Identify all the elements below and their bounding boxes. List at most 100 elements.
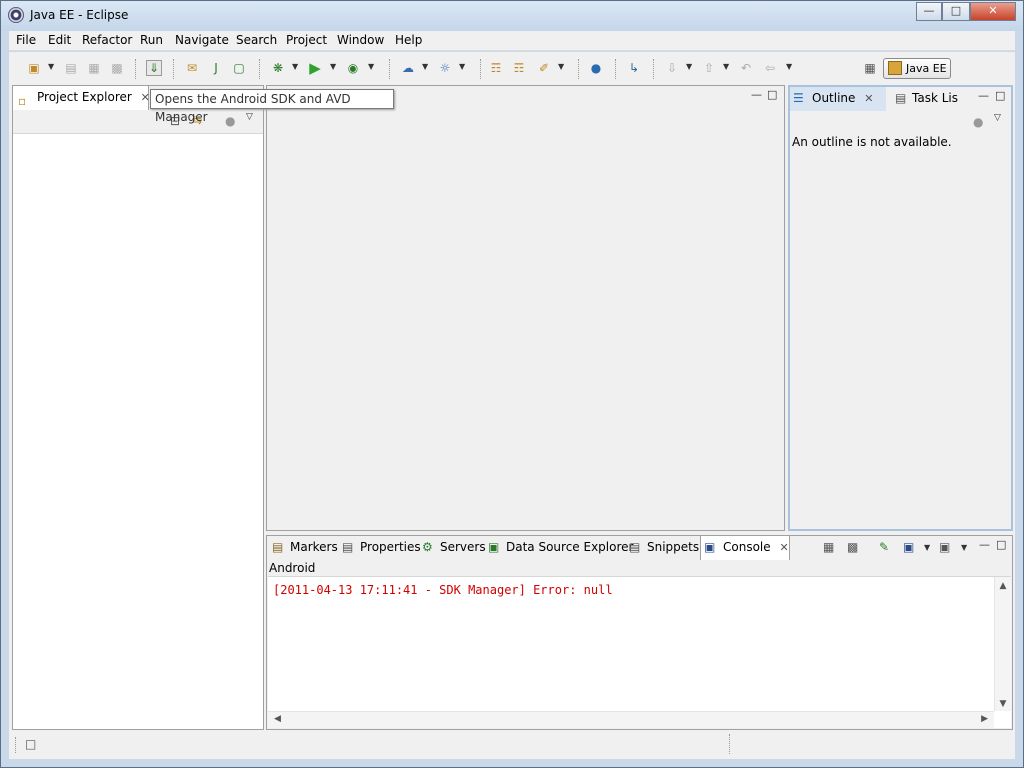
tab-project-explorer[interactable]: ▫ Project Explorer ✕ bbox=[13, 86, 150, 110]
external-tools-icon[interactable]: ◉ bbox=[345, 60, 361, 76]
scroll-lock-icon[interactable]: ▩ bbox=[847, 540, 858, 554]
tab-markers[interactable]: ▤ Markers bbox=[270, 536, 340, 560]
android-sdk-manager-icon[interactable]: ⇓ bbox=[146, 60, 162, 76]
new-web-service-icon[interactable]: ☼ bbox=[437, 60, 453, 76]
tab-properties[interactable]: ▤ Properties bbox=[340, 536, 421, 560]
close-tab-icon[interactable]: ✕ bbox=[141, 91, 150, 104]
back-dropdown-icon[interactable]: ▼ bbox=[786, 62, 792, 71]
open-console-dropdown-icon[interactable]: ▼ bbox=[961, 543, 967, 552]
next-annotation-icon[interactable]: ⇩ bbox=[664, 60, 680, 76]
back-arrow-icon[interactable]: ⇦ bbox=[762, 60, 778, 76]
pin-console-icon[interactable]: ✎ bbox=[879, 540, 889, 554]
tab-servers[interactable]: ⚙ Servers bbox=[420, 536, 486, 560]
web-service-dropdown-icon[interactable]: ▼ bbox=[459, 62, 465, 71]
tab-console[interactable]: ▣ Console ✕ bbox=[700, 536, 790, 560]
menu-file[interactable]: File bbox=[16, 33, 36, 47]
console-output[interactable]: [2011-04-13 17:11:41 - SDK Manager] Erro… bbox=[268, 576, 1011, 728]
run-icon[interactable]: ▶ bbox=[307, 60, 323, 76]
console-name: Android bbox=[269, 561, 316, 575]
scroll-down-icon[interactable]: ▼ bbox=[995, 699, 1011, 709]
previous-annotation-icon[interactable]: ⇧ bbox=[701, 60, 717, 76]
debug-icon[interactable]: ❋ bbox=[270, 60, 286, 76]
menu-refactor[interactable]: Refactor bbox=[82, 33, 132, 47]
maximize-view-icon[interactable]: □ bbox=[996, 538, 1006, 551]
outline-panel: ☰ Outline ✕ ▤ Task Lis — □ ● ▽ An outlin… bbox=[788, 85, 1013, 531]
title-bar[interactable]: Java EE - Eclipse — □ ✕ bbox=[1, 1, 1023, 31]
save-all-icon[interactable]: ▦ bbox=[86, 60, 102, 76]
menu-search[interactable]: Search bbox=[236, 33, 277, 47]
minimize-view-icon[interactable]: — bbox=[979, 538, 990, 551]
menu-navigate[interactable]: Navigate bbox=[175, 33, 229, 47]
view-filter-icon[interactable]: ● bbox=[225, 114, 235, 128]
tab-task-list[interactable]: ▤ Task Lis bbox=[892, 87, 964, 111]
view-filter-icon[interactable]: ● bbox=[973, 115, 983, 129]
view-menu-icon[interactable]: ▽ bbox=[246, 112, 253, 122]
close-tab-icon[interactable]: ✕ bbox=[779, 541, 788, 554]
java-ee-perspective-icon bbox=[888, 61, 902, 75]
new-junit-icon[interactable]: J bbox=[208, 60, 224, 76]
window-title: Java EE - Eclipse bbox=[30, 8, 129, 22]
scroll-left-icon[interactable]: ◀ bbox=[274, 714, 281, 724]
external-tools-dropdown-icon[interactable]: ▼ bbox=[368, 62, 374, 71]
close-button[interactable]: ✕ bbox=[970, 2, 1016, 21]
tab-data-source-explorer[interactable]: ▣ Data Source Explorer bbox=[486, 536, 633, 560]
toolbar-separator bbox=[259, 59, 260, 79]
markers-tab-label: Markers bbox=[290, 540, 338, 554]
last-edit-location-icon[interactable]: ↶ bbox=[738, 60, 754, 76]
new-android-test-icon[interactable]: ▢ bbox=[231, 60, 247, 76]
new-server-icon[interactable]: ☁ bbox=[400, 60, 416, 76]
fast-view-icon[interactable]: □ bbox=[25, 737, 36, 751]
menu-help[interactable]: Help bbox=[395, 33, 422, 47]
tab-outline[interactable]: ☰ Outline ✕ bbox=[790, 87, 886, 111]
open-perspective-icon[interactable]: ▦ bbox=[862, 60, 878, 76]
new-server-dropdown-icon[interactable]: ▼ bbox=[422, 62, 428, 71]
data-source-icon: ▣ bbox=[488, 540, 500, 554]
search-dropdown-icon[interactable]: ▼ bbox=[558, 62, 564, 71]
java-ee-perspective-button[interactable]: Java EE bbox=[883, 58, 951, 79]
next-annotation-dropdown-icon[interactable]: ▼ bbox=[686, 62, 692, 71]
new-icon[interactable]: ▣ bbox=[26, 60, 42, 76]
open-console-icon[interactable]: ▣ bbox=[939, 540, 950, 554]
minimize-view-icon[interactable]: — bbox=[978, 89, 989, 102]
console-panel: ▤ Markers ▤ Properties ⚙ Servers ▣ Data … bbox=[266, 535, 1013, 730]
servers-tab-label: Servers bbox=[440, 540, 486, 554]
menu-run[interactable]: Run bbox=[140, 33, 163, 47]
maximize-button[interactable]: □ bbox=[942, 2, 970, 21]
maximize-view-icon[interactable]: □ bbox=[767, 88, 777, 101]
menu-project[interactable]: Project bbox=[286, 33, 327, 47]
open-resource-icon[interactable]: ☶ bbox=[511, 60, 527, 76]
menu-edit[interactable]: Edit bbox=[48, 33, 71, 47]
debug-dropdown-icon[interactable]: ▼ bbox=[292, 62, 298, 71]
minimize-view-icon[interactable]: — bbox=[751, 88, 762, 101]
console-vertical-scrollbar[interactable]: ▲ ▼ bbox=[994, 577, 1011, 711]
previous-annotation-dropdown-icon[interactable]: ▼ bbox=[723, 62, 729, 71]
new-dropdown-icon[interactable]: ▼ bbox=[48, 62, 54, 71]
open-type-icon[interactable]: ☶ bbox=[488, 60, 504, 76]
search-icon[interactable]: ✐ bbox=[536, 60, 552, 76]
display-console-dropdown-icon[interactable]: ▼ bbox=[924, 543, 930, 552]
properties-tab-label: Properties bbox=[360, 540, 421, 554]
save-icon[interactable]: ▤ bbox=[63, 60, 79, 76]
perspective-label: Java EE bbox=[906, 62, 947, 75]
workbench-area: ▫ Project Explorer ✕ ⊟ ⇆ ● ▽ — □ ☰ Outli… bbox=[9, 85, 1015, 731]
run-dropdown-icon[interactable]: ▼ bbox=[330, 62, 336, 71]
menu-window[interactable]: Window bbox=[337, 33, 384, 47]
menu-bar: File Edit Refactor Run Navigate Search P… bbox=[9, 31, 1015, 51]
view-menu-icon[interactable]: ▽ bbox=[994, 113, 1001, 123]
scroll-up-icon[interactable]: ▲ bbox=[995, 581, 1011, 591]
eclipse-logo-icon bbox=[8, 7, 24, 23]
open-project-icon[interactable]: ✉ bbox=[184, 60, 200, 76]
console-horizontal-scrollbar[interactable]: ◀ ▶ bbox=[268, 711, 994, 728]
skip-breakpoints-icon[interactable]: ↳ bbox=[626, 60, 642, 76]
browser-globe-icon[interactable]: ● bbox=[588, 60, 604, 76]
print-icon[interactable]: ▩ bbox=[109, 60, 125, 76]
maximize-view-icon[interactable]: □ bbox=[995, 89, 1005, 102]
display-console-icon[interactable]: ▣ bbox=[903, 540, 914, 554]
tab-snippets[interactable]: ▤ Snippets bbox=[626, 536, 700, 560]
minimize-button[interactable]: — bbox=[916, 2, 942, 21]
project-explorer-tree[interactable] bbox=[13, 133, 263, 729]
clear-console-icon[interactable]: ▦ bbox=[823, 540, 834, 554]
snippets-icon: ▤ bbox=[629, 540, 641, 554]
scroll-right-icon[interactable]: ▶ bbox=[981, 714, 988, 724]
close-tab-icon[interactable]: ✕ bbox=[864, 92, 873, 105]
